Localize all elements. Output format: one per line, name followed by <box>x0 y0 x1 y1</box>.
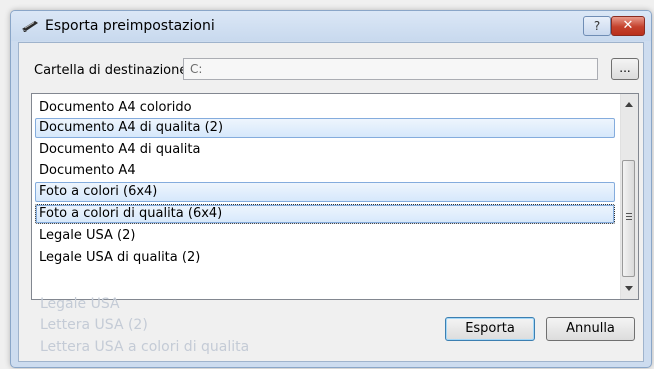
ghost-list-item: Lettera USA (2) <box>40 317 148 333</box>
title-bar[interactable]: Esporta preimpostazioni ? ✕ <box>11 11 651 41</box>
scroll-up-icon[interactable] <box>625 102 633 107</box>
list-item[interactable]: Documento A4 <box>35 161 615 181</box>
browse-button[interactable]: ... <box>611 58 639 80</box>
list-item[interactable]: Legale USA di qualita (2) <box>35 248 615 268</box>
scroll-thumb[interactable] <box>622 160 635 277</box>
list-item-label: Foto a colori (6x4) <box>39 184 158 199</box>
ghost-list-item: Lettera USA a colori di qualita <box>40 339 250 355</box>
list-item-label: Documento A4 di qualita <box>39 142 201 157</box>
list-item-label: Documento A4 di qualita (2) <box>39 120 224 135</box>
list-item[interactable]: Documento A4 di qualita (2) <box>35 118 615 138</box>
list-item-label: Legale USA (2) <box>39 228 136 243</box>
list-item-label: Foto a colori di qualita (6x4) <box>39 206 223 221</box>
list-item[interactable]: Foto a colori (6x4) <box>35 182 615 202</box>
window-title: Esporta preimpostazioni <box>45 18 215 34</box>
presets-list[interactable]: Documento A4 colorido Documento A4 di qu… <box>31 93 639 300</box>
scroll-down-icon[interactable] <box>625 286 633 291</box>
list-scrollbar[interactable] <box>620 94 638 299</box>
destination-folder-label: Cartella di destinazione <box>34 63 188 78</box>
export-button[interactable]: Esporta <box>445 317 535 341</box>
scanner-icon <box>22 21 38 32</box>
grip-line <box>626 219 632 220</box>
close-button[interactable]: ✕ <box>611 16 645 36</box>
help-button[interactable]: ? <box>583 16 611 36</box>
destination-folder-input[interactable] <box>183 58 598 80</box>
list-item[interactable]: Legale USA (2) <box>35 226 615 246</box>
list-item-label: Legale USA di qualita (2) <box>39 250 201 265</box>
list-item[interactable]: Documento A4 colorido <box>35 98 615 118</box>
cancel-button[interactable]: Annulla <box>546 317 635 341</box>
ghost-list-item: Legale USA <box>40 296 120 312</box>
grip-line <box>626 216 632 217</box>
list-item[interactable]: Documento A4 di qualita <box>35 140 615 160</box>
list-item-label: Documento A4 <box>39 163 136 178</box>
grip-line <box>626 213 632 214</box>
list-item-label: Documento A4 colorido <box>39 100 192 115</box>
list-item[interactable]: Foto a colori di qualita (6x4) <box>35 204 615 224</box>
